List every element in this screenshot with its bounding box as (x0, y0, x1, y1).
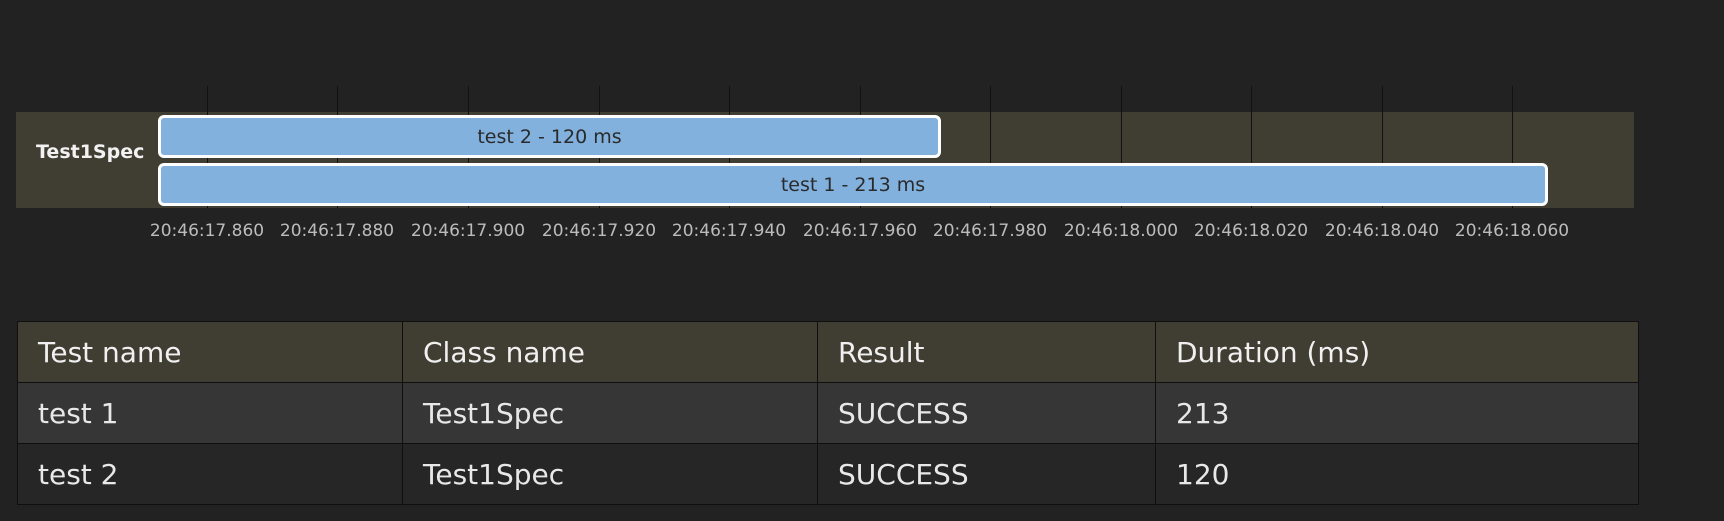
tick-label: 20:46:17.960 (802, 221, 918, 241)
tick-label: 20:46:17.900 (410, 221, 526, 241)
cell-result: SUCCESS (817, 382, 1156, 444)
results-table: Test name Class name Result Duration (ms… (17, 321, 1639, 505)
tick-label: 20:46:17.920 (541, 221, 657, 241)
tick-label: 20:46:18.000 (1063, 221, 1179, 241)
tick-label: 20:46:17.980 (932, 221, 1048, 241)
tick-label: 20:46:18.020 (1193, 221, 1309, 241)
header-duration[interactable]: Duration (ms) (1155, 321, 1639, 383)
header-class-name[interactable]: Class name (402, 321, 818, 383)
cell-class-name: Test1Spec (402, 443, 818, 505)
tick-label: 20:46:17.940 (671, 221, 787, 241)
timeline-bar-label: test 2 - 120 ms (477, 125, 622, 148)
table-header-row: Test name Class name Result Duration (ms… (17, 321, 1639, 383)
cell-duration: 120 (1155, 443, 1639, 505)
cell-test-name: test 2 (17, 443, 403, 505)
tick-label: 20:46:18.040 (1324, 221, 1440, 241)
header-test-name[interactable]: Test name (17, 321, 403, 383)
cell-test-name: test 1 (17, 382, 403, 444)
cell-class-name: Test1Spec (402, 382, 818, 444)
group-label: Test1Spec (36, 141, 145, 163)
cell-duration: 213 (1155, 382, 1639, 444)
table-row: test 2 Test1Spec SUCCESS 120 (17, 443, 1639, 505)
header-result[interactable]: Result (817, 321, 1156, 383)
cell-result: SUCCESS (817, 443, 1156, 505)
timeline-chart: Test1Spec 20:46:17.860 20:46:17.880 20:46:… (0, 0, 1724, 260)
timeline-bar[interactable]: test 2 - 120 ms (158, 115, 941, 158)
tick-label: 20:46:17.880 (279, 221, 395, 241)
tick-label: 20:46:17.860 (149, 221, 265, 241)
tick-label: 20:46:18.060 (1454, 221, 1570, 241)
timeline-bar[interactable]: test 1 - 213 ms (158, 163, 1548, 206)
timeline-bar-label: test 1 - 213 ms (780, 173, 926, 196)
table-row: test 1 Test1Spec SUCCESS 213 (17, 382, 1639, 444)
